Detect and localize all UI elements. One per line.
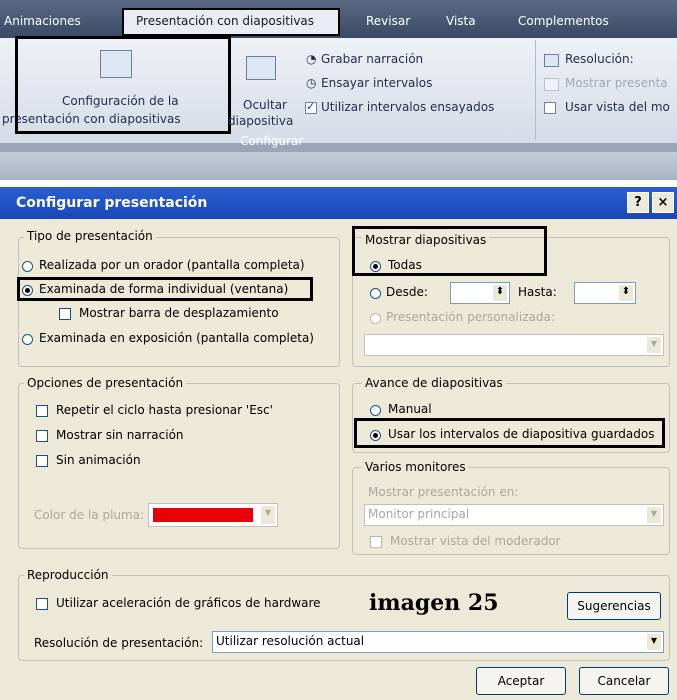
to-label: Hasta:: [518, 285, 557, 299]
record-narration-button[interactable]: Grabar narración: [321, 52, 423, 66]
rehearse-timings-button[interactable]: Ensayar intervalos: [321, 76, 432, 90]
advance-legend: Avance de diapositivas: [362, 376, 506, 390]
hw-accel-label: Utilizar aceleración de gráficos de hard…: [56, 596, 321, 610]
ribbon-divider: [535, 40, 536, 140]
no-narration-label: Mostrar sin narración: [56, 428, 184, 442]
from-spinner[interactable]: ⬍: [492, 284, 508, 302]
resolution-dialog-label: Resolución de presentación:: [34, 636, 204, 650]
resolution-select[interactable]: Utilizar resolución actual ▼: [212, 631, 664, 653]
pen-color-swatch: [153, 508, 253, 522]
radio-kiosk-label: Examinada en exposición (pantalla comple…: [39, 331, 314, 345]
radio-presenter[interactable]: [22, 261, 33, 272]
radio-kiosk[interactable]: [22, 334, 33, 345]
monitor-select[interactable]: Monitor principal ▼: [364, 504, 664, 526]
rehearse-icon: ◷: [306, 76, 317, 90]
radio-manual[interactable]: [370, 405, 381, 416]
to-spinner[interactable]: ⬍: [618, 284, 634, 302]
monitor-value: Monitor principal: [368, 507, 470, 521]
presenter-view-label: Usar vista del mo: [565, 100, 670, 114]
hw-accel-checkbox[interactable]: [36, 598, 48, 610]
cancel-button[interactable]: Cancelar: [579, 667, 669, 695]
hide-slide-icon: [246, 56, 276, 80]
pen-color-label: Color de la pluma:: [34, 508, 145, 522]
show-presentation-label: Mostrar presenta: [565, 76, 668, 90]
from-label: Desde:: [386, 285, 428, 299]
show-on-icon: [544, 78, 559, 91]
record-narration-icon: ◔: [306, 52, 317, 66]
tab-animaciones[interactable]: Animaciones: [4, 10, 81, 32]
ribbon-group-label: Configurar: [240, 134, 304, 148]
help-button[interactable]: ?: [627, 192, 649, 213]
resolution-label: Resolución:: [565, 52, 634, 66]
from-input[interactable]: ⬍: [450, 282, 510, 304]
manual-label: Manual: [388, 402, 432, 416]
highlight-config-button: [15, 36, 231, 134]
playback-legend: Reproducción: [24, 568, 112, 582]
tab-revisar[interactable]: Revisar: [366, 10, 410, 32]
dialog-title-bar: Configurar presentación ? ×: [0, 187, 677, 219]
use-timings-checkbox[interactable]: ✓: [305, 100, 317, 114]
tab-complementos[interactable]: Complementos: [518, 10, 609, 32]
show-type-group: [18, 237, 340, 367]
active-tab-label: Presentación con diapositivas: [136, 14, 315, 28]
image-caption: imagen 25: [369, 590, 499, 616]
highlight-timings: [354, 418, 665, 448]
chevron-down-icon: ▼: [260, 505, 276, 525]
monitors-legend: Varios monitores: [362, 460, 469, 474]
display-on-label: Mostrar presentación en:: [368, 485, 519, 499]
resolution-icon: [544, 54, 559, 67]
ribbon-group-bar: [0, 143, 677, 152]
hide-label-line1: Ocultar: [243, 98, 287, 112]
show-options-legend: Opciones de presentación: [24, 376, 187, 390]
pen-color-select[interactable]: ▼: [148, 503, 278, 527]
dialog-title: Configurar presentación: [16, 195, 208, 211]
ribbon-footer: [0, 152, 677, 180]
presenter-view-checkbox[interactable]: [544, 102, 556, 114]
radio-from[interactable]: [370, 288, 381, 299]
show-type-legend: Tipo de presentación: [24, 229, 156, 243]
custom-show-select[interactable]: ▼: [364, 334, 664, 356]
no-animation-checkbox[interactable]: [36, 455, 48, 467]
use-timings-label: Utilizar intervalos ensayados: [321, 100, 495, 114]
ok-button[interactable]: Aceptar: [476, 667, 566, 695]
highlight-individual: [17, 277, 313, 301]
loop-label: Repetir el ciclo hasta presionar 'Esc': [56, 403, 273, 417]
no-animation-label: Sin animación: [56, 453, 141, 467]
hide-label-line2: diapositiva: [228, 114, 294, 128]
radio-custom-show[interactable]: [370, 313, 381, 324]
tab-presentacion-con-diapositivas[interactable]: Presentación con diapositivas: [122, 8, 340, 36]
to-input[interactable]: ⬍: [574, 282, 636, 304]
tab-vista[interactable]: Vista: [446, 10, 476, 32]
presenter-view-dialog-label: Mostrar vista del moderador: [390, 534, 561, 548]
loop-checkbox[interactable]: [36, 405, 48, 417]
custom-show-label: Presentación personalizada:: [386, 310, 555, 324]
hide-slide-button[interactable]: Ocultar diapositiva: [228, 38, 294, 134]
presenter-view-dialog-checkbox[interactable]: [370, 536, 382, 548]
ribbon-tab-bar: Animaciones Presentación con diapositiva…: [0, 0, 677, 38]
radio-presenter-label: Realizada por un orador (pantalla comple…: [39, 258, 305, 272]
highlight-show-slides: [352, 226, 547, 276]
close-button[interactable]: ×: [652, 192, 674, 213]
ribbon-gap: [0, 180, 677, 185]
chevron-down-icon: ▼: [646, 633, 662, 651]
no-narration-checkbox[interactable]: [36, 430, 48, 442]
chevron-down-icon: ▼: [646, 506, 662, 524]
chevron-down-icon: ▼: [646, 336, 662, 354]
tips-button[interactable]: Sugerencias: [567, 592, 661, 620]
resolution-value: Utilizar resolución actual: [216, 634, 365, 648]
scrollbar-checkbox[interactable]: [59, 308, 71, 320]
scrollbar-label: Mostrar barra de desplazamiento: [79, 306, 279, 320]
